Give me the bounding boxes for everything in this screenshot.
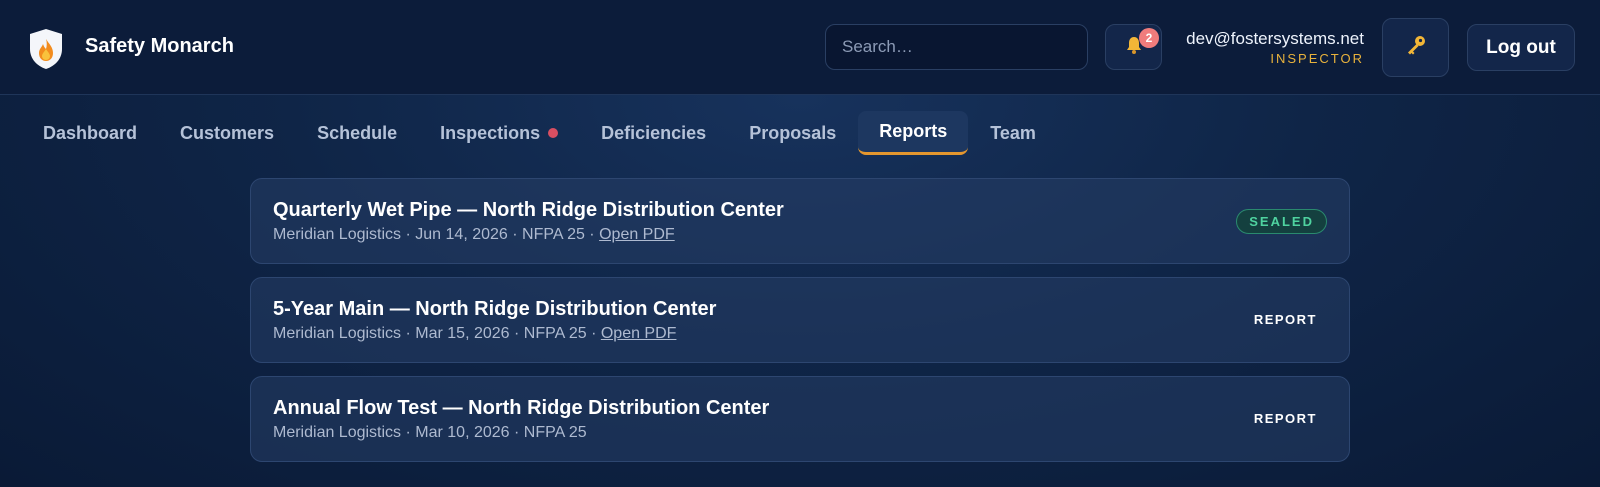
tab-schedule[interactable]: Schedule (296, 111, 418, 155)
tab-label: Reports (879, 121, 948, 141)
notification-count-badge: 2 (1139, 28, 1159, 48)
alert-dot (548, 128, 559, 138)
report-title: 5-Year Main — North Ridge Distribution C… (273, 298, 717, 320)
tab-reports[interactable]: Reports (858, 111, 969, 155)
key-button[interactable] (1382, 18, 1449, 77)
report-title: Annual Flow Test — North Ridge Distribut… (273, 397, 770, 419)
tab-team[interactable]: Team (969, 111, 1057, 155)
report-meta-text: Meridian Logistics · Mar 15, 2026 · NFPA… (273, 325, 597, 342)
key-icon (1405, 34, 1427, 61)
report-meta: Meridian Logistics · Jun 14, 2026 · NFPA… (273, 226, 675, 244)
tab-label: Deficiencies (601, 122, 707, 143)
report-card[interactable]: Quarterly Wet Pipe — North Ridge Distrib… (250, 178, 1350, 264)
top-bar: Safety Monarch 2 dev@fostersystems.net I… (0, 0, 1600, 95)
tab-inspections[interactable]: Inspections (419, 111, 579, 155)
tab-dashboard[interactable]: Dashboard (22, 111, 158, 155)
tab-deficiencies[interactable]: Deficiencies (580, 111, 727, 155)
search-input[interactable] (825, 24, 1088, 70)
report-meta-text: Meridian Logistics · Mar 10, 2026 · NFPA… (273, 424, 587, 441)
report-button[interactable]: REPORT (1254, 411, 1317, 426)
tab-label: Dashboard (43, 122, 138, 143)
user-role: INSPECTOR (1270, 51, 1364, 66)
tab-label: Customers (180, 122, 275, 143)
report-card[interactable]: 5-Year Main — North Ridge Distribution C… (250, 277, 1350, 363)
brand-name: Safety Monarch (85, 35, 234, 57)
report-button[interactable]: REPORT (1254, 312, 1317, 327)
sealed-status-badge: SEALED (1236, 209, 1327, 234)
tab-label: Inspections (440, 122, 541, 143)
tab-customers[interactable]: Customers (159, 111, 295, 155)
report-meta: Meridian Logistics · Mar 15, 2026 · NFPA… (273, 325, 676, 343)
tab-label: Proposals (749, 122, 837, 143)
reports-list: Quarterly Wet Pipe — North Ridge Distrib… (250, 178, 1350, 475)
tab-label: Team (990, 122, 1036, 143)
logout-button[interactable]: Log out (1467, 24, 1575, 71)
shield-flame-icon (28, 27, 64, 71)
tab-proposals[interactable]: Proposals (728, 111, 857, 155)
report-card[interactable]: Annual Flow Test — North Ridge Distribut… (250, 376, 1350, 462)
user-email: dev@fostersystems.net (1186, 29, 1364, 48)
open-pdf-link[interactable]: Open PDF (599, 226, 675, 243)
tab-label: Schedule (317, 122, 398, 143)
report-title: Quarterly Wet Pipe — North Ridge Distrib… (273, 199, 784, 221)
open-pdf-link[interactable]: Open PDF (601, 325, 677, 342)
report-meta-text: Meridian Logistics · Jun 14, 2026 · NFPA… (273, 226, 595, 243)
report-meta: Meridian Logistics · Mar 10, 2026 · NFPA… (273, 424, 587, 442)
main-nav: Dashboard Customers Schedule Inspections… (22, 111, 1058, 155)
